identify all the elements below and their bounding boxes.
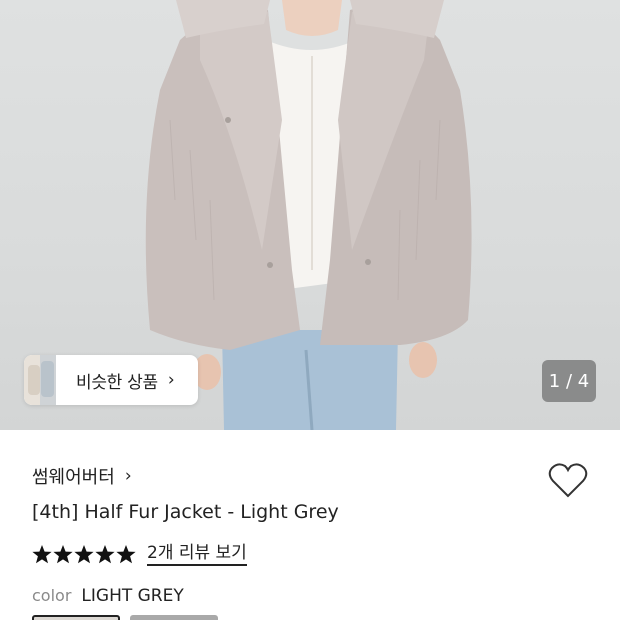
star-filled-icon bbox=[53, 544, 73, 563]
color-swatch-light-grey[interactable] bbox=[32, 615, 120, 620]
rating-stars bbox=[32, 544, 137, 564]
brand-name: 썸웨어버터 bbox=[32, 467, 115, 488]
brand-link[interactable]: 썸웨어버터 › bbox=[32, 463, 132, 489]
review-link[interactable]: 2개 리뷰 보기 bbox=[147, 542, 247, 566]
chevron-right-icon: › bbox=[124, 466, 132, 486]
rating-row: 2개 리뷰 보기 bbox=[32, 542, 247, 566]
product-title: [4th] Half Fur Jacket - Light Grey bbox=[32, 501, 339, 523]
star-filled-icon bbox=[95, 544, 115, 563]
image-page-indicator: 1 / 4 bbox=[542, 360, 596, 402]
color-value: LIGHT GREY bbox=[81, 586, 184, 606]
color-swatch-alt[interactable] bbox=[130, 615, 218, 620]
star-filled-icon bbox=[116, 544, 136, 563]
star-filled-icon bbox=[74, 544, 94, 563]
star-filled-icon bbox=[32, 544, 52, 563]
chevron-right-icon: › bbox=[167, 370, 175, 390]
similar-products-thumbnail bbox=[24, 355, 56, 405]
wishlist-heart-icon[interactable] bbox=[547, 460, 589, 500]
color-label: color bbox=[32, 586, 72, 605]
color-row: color LIGHT GREY bbox=[32, 586, 184, 606]
similar-products-label: 비슷한 상품 bbox=[76, 372, 158, 393]
similar-products-button[interactable]: 비슷한 상품 › bbox=[24, 355, 198, 405]
